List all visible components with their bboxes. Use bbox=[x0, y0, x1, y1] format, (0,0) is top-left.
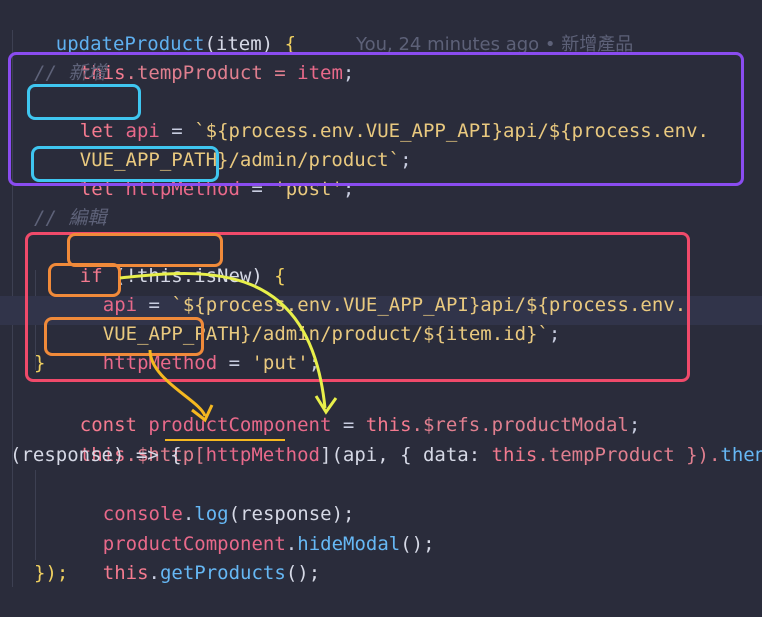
code-line-6[interactable]: let httpMethod = 'post'; bbox=[34, 146, 355, 200]
code-line-15[interactable]: this.$http[httpMethod](api, { data: this… bbox=[34, 412, 762, 466]
code-line-2[interactable]: this.tempProduct = item; bbox=[34, 30, 355, 84]
code-line-19[interactable]: this.getProducts(); bbox=[57, 530, 320, 584]
git-blame-annotation: You, 24 minutes ago • 新增產品 bbox=[356, 34, 634, 55]
code-editor[interactable]: updateProduct(item) {You, 24 minutes ago… bbox=[0, 0, 762, 587]
code-line-9[interactable]: if (!this.isNew) { bbox=[34, 233, 286, 287]
code-line-4[interactable]: let api = `${process.env.VUE_APP_API}api… bbox=[34, 88, 709, 142]
code-line-1[interactable]: updateProduct(item) {You, 24 minutes ago… bbox=[10, 1, 633, 55]
code-line-11[interactable]: VUE_APP_PATH}/admin/product/${item.id}`; bbox=[57, 291, 561, 345]
code-line-18[interactable]: productComponent.hideModal(); bbox=[57, 501, 435, 555]
code-line-20[interactable]: }); bbox=[34, 559, 68, 588]
code-line-10[interactable]: api = `${process.env.VUE_APP_API}api/${p… bbox=[57, 262, 686, 316]
code-line-5[interactable]: VUE_APP_PATH}/admin/product`; bbox=[34, 117, 412, 171]
comment-add: // 新增 bbox=[34, 62, 107, 84]
code-line-13[interactable]: } bbox=[34, 349, 45, 378]
comment-edit: // 編輯 bbox=[34, 207, 107, 229]
code-line-12[interactable]: httpMethod = 'put'; bbox=[57, 320, 320, 374]
code-line-16[interactable]: (response) => { bbox=[10, 441, 182, 470]
code-line-14[interactable]: const productComponent = this.$refs.prod… bbox=[34, 382, 641, 436]
code-line-17[interactable]: console.log(response); bbox=[57, 471, 355, 525]
